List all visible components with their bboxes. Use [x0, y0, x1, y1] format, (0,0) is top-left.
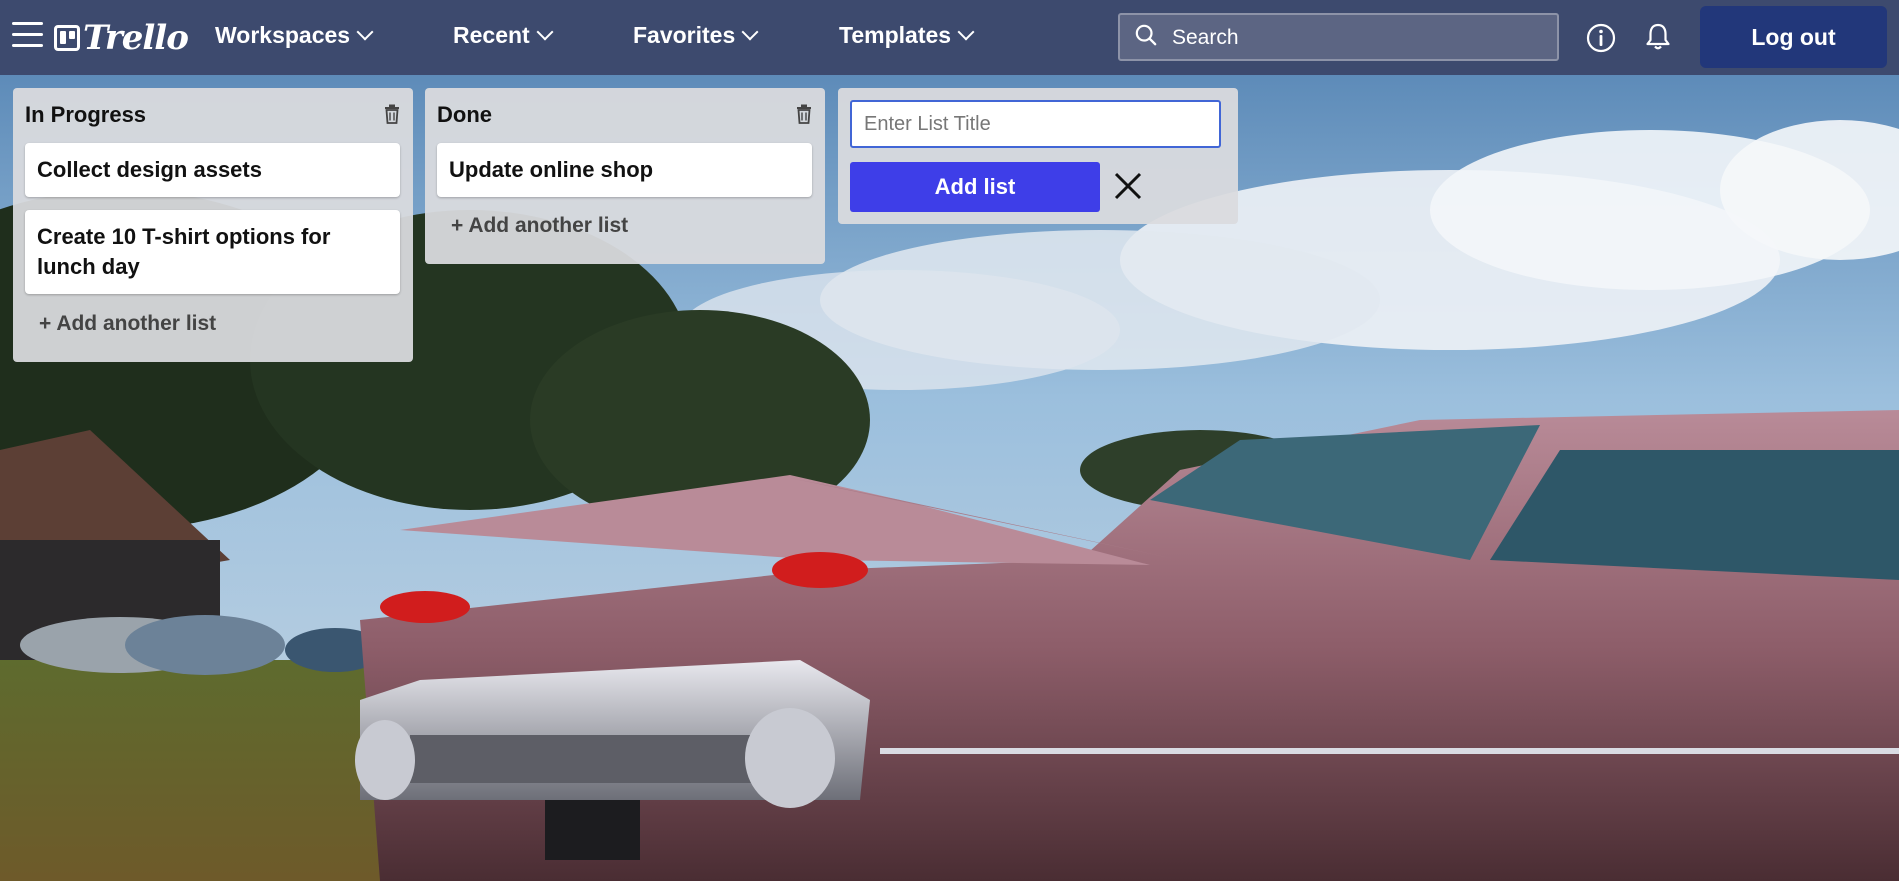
card-text: Create 10 T-shirt options for lunch day [37, 224, 331, 279]
list-title-input[interactable] [850, 100, 1221, 148]
add-list-button[interactable]: Add list [850, 162, 1100, 212]
list-in-progress: In Progress Collect design assets Create… [13, 88, 413, 362]
trash-icon[interactable] [795, 104, 813, 124]
nav-workspaces[interactable]: Workspaces [215, 22, 374, 49]
nav-workspaces-label: Workspaces [215, 22, 351, 48]
list-title: Done [437, 102, 492, 127]
trash-icon[interactable] [383, 104, 401, 124]
logo-text: Trello [83, 18, 189, 58]
chevron-down-icon [536, 23, 554, 41]
bell-icon[interactable] [1644, 22, 1672, 52]
nav-favorites[interactable]: Favorites [633, 22, 759, 49]
add-another-list-button[interactable]: + Add another list [39, 312, 216, 336]
card[interactable]: Update online shop [437, 143, 812, 197]
card[interactable]: Create 10 T-shirt options for lunch day [25, 210, 400, 294]
nav-templates-label: Templates [839, 22, 952, 48]
list-title: In Progress [25, 102, 147, 127]
new-list-composer: Add list [838, 88, 1238, 224]
search-input[interactable] [1170, 21, 1554, 55]
add-another-list-button[interactable]: + Add another list [451, 214, 628, 238]
info-icon[interactable] [1586, 23, 1616, 53]
menu-icon[interactable] [12, 22, 43, 50]
nav-favorites-label: Favorites [633, 22, 736, 48]
trello-logo[interactable]: Trello [54, 18, 189, 58]
nav-templates[interactable]: Templates [839, 22, 975, 49]
chevron-down-icon [957, 23, 975, 41]
nav-recent-label: Recent [453, 22, 530, 48]
chevron-down-icon [356, 23, 374, 41]
list-done: Done Update online shop + Add another li… [425, 88, 825, 264]
top-navigation-bar: Trello Workspaces Recent Favorites Templ… [0, 0, 1899, 75]
search-icon [1135, 24, 1157, 46]
card-text: Collect design assets [37, 157, 262, 182]
card-text: Update online shop [449, 157, 654, 182]
logout-button[interactable]: Log out [1700, 6, 1887, 68]
chevron-down-icon [741, 23, 759, 41]
search-box[interactable] [1118, 13, 1559, 61]
card[interactable]: Collect design assets [25, 143, 400, 197]
trello-board-icon [54, 25, 80, 51]
nav-recent[interactable]: Recent [453, 22, 554, 49]
close-icon[interactable] [1108, 166, 1148, 206]
